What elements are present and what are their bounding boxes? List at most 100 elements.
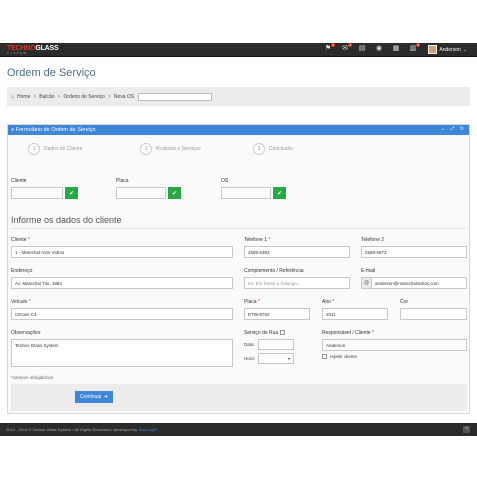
step-label: Dados do Cliente [44,146,83,152]
os-form-panel: ≡ Formulário de Ordem de Serviço ⌄ ⤢ ↻ 1… [7,124,470,414]
developer-link[interactable]: Blue Light [139,427,157,432]
cor-input[interactable] [400,308,467,320]
breadcrumb-search-input[interactable] [138,92,213,101]
tasks-glyph: ▤ [358,45,366,52]
check-icon: ✔ [68,190,75,197]
hora-select[interactable]: ▾ [258,353,295,364]
breadcrumb-home[interactable]: Home [17,94,30,100]
search-os-button[interactable]: ✔ [273,187,286,199]
cliente-input[interactable]: 1 - Marechal Auto Vidros [11,246,233,258]
email-field[interactable]: anderson@marechalvidros.com [371,277,467,289]
search-placa-label: Placa [116,178,129,184]
calendar-icon[interactable]: ▦ [392,45,400,53]
step-number: 3 [253,143,265,155]
required-mark: * [27,237,30,243]
endereco-label: Endereço [11,268,33,274]
repetir-cliente-label: repetir cliente [330,354,358,359]
messages-icon[interactable]: ✉ 1 [341,43,352,53]
search-cliente-group: Cliente ✔ [11,178,78,199]
arrow-right-icon: ➜ [103,394,108,400]
step-produtos-servicos[interactable]: 2 Produtos e Serviços [140,143,201,155]
veiculo-input[interactable]: Citroen C4 [11,308,233,320]
ano-input[interactable]: 2011 [322,308,388,320]
telefone2-input[interactable]: 2585-6973 [361,246,467,258]
endereco-input[interactable]: Av. Marechal Tito, 1884 [11,277,233,289]
ano-group: Ano * 2011 [322,299,388,320]
search-cliente-button[interactable]: ✔ [65,187,78,199]
globe-icon[interactable]: ◉ [375,45,383,53]
hora-label: Hora: [244,356,256,361]
required-mark: * [28,299,31,305]
user-menu[interactable]: Anderson ⌄ [428,45,467,54]
cor-label: Cor [400,299,409,305]
email-group: E-mail @ anderson@marechalvidros.com [361,268,467,289]
breadcrumb-ordens[interactable]: Ordens de Serviço [64,94,105,100]
cor-group: Cor [400,299,467,320]
data-label: Data: [244,342,255,347]
logo-text-techno: TECHNO [7,45,36,52]
alerts-badge: 2 [331,43,335,47]
step-number: 2 [140,143,152,155]
search-placa-input[interactable] [116,187,166,199]
step-number: 1 [28,143,40,155]
search-cliente-label: Cliente [11,178,27,184]
observacoes-textarea[interactable]: Techno Glass System [11,339,233,367]
messages-glyph: ✉ [342,45,348,52]
servico-rua-checkbox[interactable] [279,330,285,336]
complemento-label: Complemento / Referência [244,268,304,274]
email-label: E-mail [361,268,376,274]
step-dados-cliente[interactable]: 1 Dados do Cliente [28,143,82,155]
search-cliente-input[interactable] [11,187,63,199]
search-os-input[interactable] [221,187,271,199]
user-name: Anderson [439,46,461,53]
orders-badge: 3 [416,43,420,47]
panel-title: Formulário de Ordem de Serviço [15,127,96,133]
alerts-icon[interactable]: ⚑ 2 [324,43,335,53]
check-icon: ✔ [276,190,283,197]
search-os-label: OS [221,178,229,184]
responsavel-label: Responsável / Cliente [322,330,371,336]
chevron-down-icon: ⌄ [462,46,467,53]
repetir-cliente-checkbox[interactable] [322,354,327,359]
logo-text-glass: GLASS [35,45,59,52]
app-logo[interactable]: TECHNOGLASS SYSTEM [7,45,59,55]
complemento-input[interactable]: Ex: Em frente a Xalunga... [244,277,350,289]
veiculo-label: Veículo [11,299,28,305]
check-icon: ✔ [171,190,178,197]
panel-controls[interactable]: ⌄ ⤢ ↻ [441,126,466,132]
alerts-glyph: ⚑ [324,45,332,52]
chevron-up-icon[interactable]: ^ [463,426,470,433]
tasks-icon[interactable]: ▤ [358,45,366,53]
wizard-steps: 1 Dados do Cliente 2 Produtos e Serviços… [8,143,469,163]
required-mark: * [257,299,260,305]
observacoes-label: Observações [11,330,41,336]
required-mark: * [268,237,271,243]
responsavel-group: Responsável / Cliente * Anderson repetir… [322,330,467,359]
telefone1-input[interactable]: 2585-6393 [244,246,350,258]
breadcrumb-separator: > [57,93,61,100]
search-placa-group: Placa ✔ [116,178,181,199]
footer-text: 2012 - 2014 © Techno Glass System • All … [6,427,138,432]
step-conclusao[interactable]: 3 Conclusão [253,143,293,155]
data-input[interactable] [257,339,294,350]
placa-input[interactable]: ETW-8792 [244,308,310,320]
servico-rua-group: Serviço de Rua Data: Hora: ▾ [244,330,295,364]
home-icon: ⌂ [11,93,15,100]
breadcrumb-balcao[interactable]: Balcão [39,94,54,100]
telefone1-label: Telefone 1 [244,237,268,243]
placa-group: Placa * ETW-8792 [244,299,310,320]
calendar-glyph: ▦ [392,45,400,52]
complemento-group: Complemento / Referência Ex: Em frente a… [244,268,350,289]
topbar-icons: ⚑ 2 ✉ 1 ▤ ◉ ▦ ▥ 3 [324,43,420,53]
continue-label: Continuar [80,394,102,400]
search-placa-button[interactable]: ✔ [168,187,181,199]
responsavel-input[interactable]: Anderson [322,339,467,351]
orders-icon[interactable]: ▥ 3 [409,43,420,53]
servico-rua-label: Serviço de Rua [244,330,279,336]
cliente-label: Cliente [11,237,27,243]
continue-button[interactable]: Continuar ➜ [75,391,113,403]
required-footnote: *campos obrigatórios [11,375,54,380]
observacoes-group: Observações Techno Glass System [11,330,233,367]
globe-glyph: ◉ [375,45,383,52]
ano-label: Ano [322,299,331,305]
